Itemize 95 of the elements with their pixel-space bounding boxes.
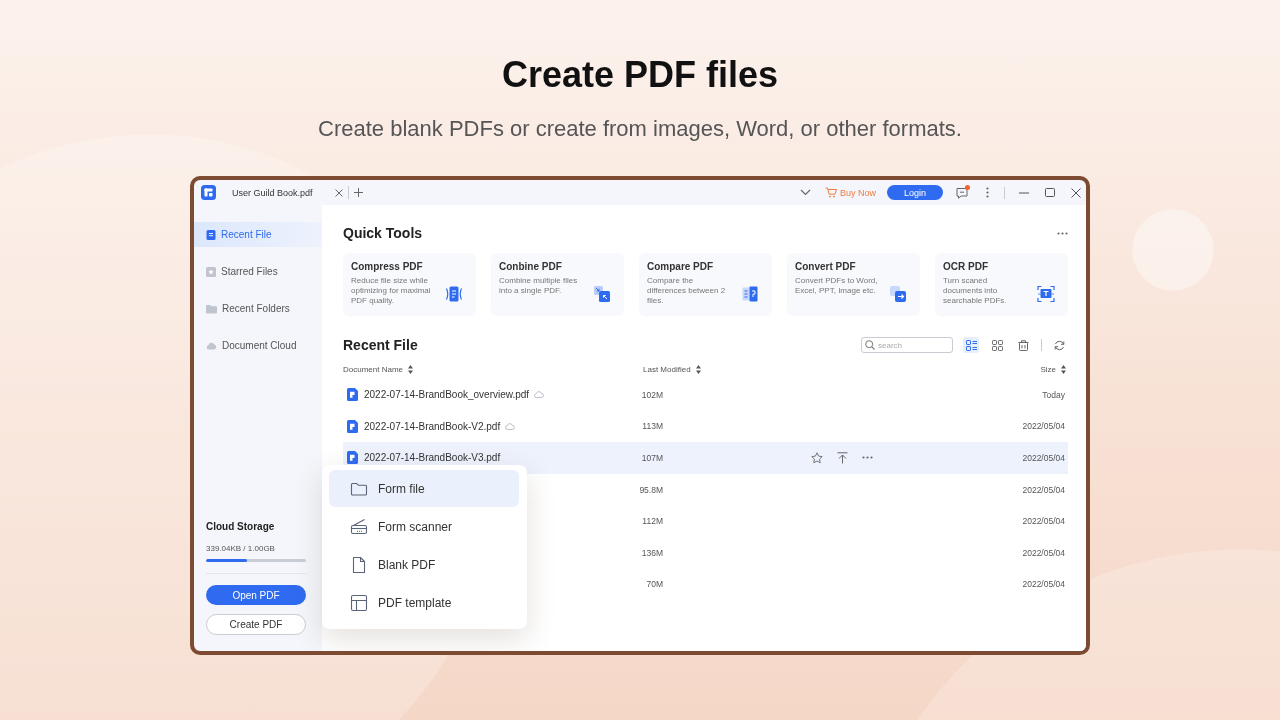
file-name: 2022-07-14-BrandBook_overview.pdf	[364, 389, 530, 401]
file-size: 113M	[642, 421, 663, 432]
storage-usage: 339.04KB / 1.00GB	[206, 543, 276, 555]
pdf-file-icon	[347, 419, 358, 433]
section-title: Recent File	[343, 336, 418, 355]
file-date: 2022/05/04	[1022, 453, 1065, 463]
tool-description: Compare the differences between 2 files.	[647, 276, 727, 306]
file-size: 136M	[641, 547, 663, 558]
blank-page-icon	[350, 555, 368, 574]
grid-view-icon	[991, 339, 1003, 351]
file-date: 2022/05/04	[1022, 579, 1065, 590]
file-size: 102M	[641, 389, 663, 400]
create-pdf-button[interactable]: Create PDF	[206, 614, 306, 635]
tool-card[interactable]: Compare PDF Compare the differences between 2 files.	[639, 253, 772, 316]
tool-title: Compress PDF	[351, 260, 424, 273]
tool-description: Convert PDFs to Word, Excel, PPT, Image etc.	[795, 276, 879, 296]
list-view-button[interactable]	[963, 337, 979, 353]
app-logo-icon	[201, 185, 216, 200]
tool-description: Combine multiple files into a single PDF.	[499, 276, 579, 296]
list-view-icon	[965, 339, 977, 351]
sidebar-item[interactable]: Recent File	[194, 222, 322, 247]
menu-item[interactable]: Form scanner	[329, 508, 519, 545]
grid-view-button[interactable]	[989, 337, 1005, 353]
cloud-icon	[206, 341, 217, 350]
compress-icon	[445, 285, 463, 303]
file-date: Today	[1042, 389, 1065, 400]
tool-title: Conbine PDF	[499, 260, 563, 273]
trash-icon[interactable]	[1018, 339, 1029, 351]
scanner-icon	[350, 517, 368, 536]
upload-icon[interactable]	[837, 452, 848, 464]
login-button[interactable]: Login	[887, 185, 943, 200]
file-size: 112M	[642, 516, 663, 527]
tool-card[interactable]: Conbine PDF Combine multiple files into a single PDF.	[491, 253, 624, 316]
section-title: Quick Tools	[343, 224, 423, 243]
tool-title: Convert PDF	[795, 260, 857, 273]
chevron-down-icon[interactable]	[800, 189, 811, 196]
menu-item[interactable]: Blank PDF	[329, 546, 519, 583]
page-title: Create PDF files	[501, 53, 779, 97]
file-row[interactable]: 2022-07-14-BrandBook-V3.pdf 107M 2022/05/04	[343, 442, 1068, 474]
tool-title: OCR PDF	[943, 260, 989, 273]
convert-icon	[889, 285, 907, 303]
pdf-file-icon	[347, 388, 358, 402]
sidebar-item[interactable]: Recent Folders	[194, 296, 322, 321]
file-size: 95.8M	[639, 484, 663, 495]
star-icon	[206, 266, 216, 277]
document-tab[interactable]: User Guild Book.pdf	[232, 180, 343, 205]
column-header[interactable]: Document Name	[343, 364, 404, 374]
menu-item[interactable]: PDF template	[329, 584, 519, 621]
sidebar-item[interactable]: Document Cloud	[194, 333, 322, 358]
sort-icon[interactable]	[408, 364, 414, 374]
tab-title: User Guild Book.pdf	[232, 187, 313, 198]
refresh-icon[interactable]	[1054, 339, 1065, 351]
file-row[interactable]: 2022-07-14-BrandBook-V2.pdf 113M 2022/05/04	[343, 410, 1068, 443]
tool-card[interactable]: Compress PDF Reduce file size while optimizing for maximal PDF quality.	[343, 253, 476, 316]
document-icon	[206, 229, 216, 240]
file-date: 2022/05/04	[1022, 421, 1065, 432]
column-header[interactable]: Last Modified	[643, 364, 691, 374]
tool-title: Compare PDF	[647, 260, 715, 273]
sidebar-item[interactable]: Starred Files	[194, 259, 322, 284]
cart-icon	[825, 187, 837, 198]
search-field[interactable]: search	[861, 337, 953, 353]
message-icon[interactable]	[956, 186, 968, 199]
close-icon[interactable]	[1071, 187, 1081, 198]
tool-description: Reduce file size while optimizing for maximal PDF quality.	[351, 276, 432, 306]
sort-icon[interactable]	[695, 364, 701, 374]
file-date: 2022/05/04	[1022, 484, 1065, 495]
tool-card[interactable]: Convert PDF Convert PDFs to Word, Excel, PPT, Image etc.	[787, 253, 920, 316]
maximize-icon[interactable]	[1045, 188, 1055, 197]
file-name: 2022-07-14-BrandBook-V2.pdf	[364, 420, 501, 432]
file-name: 2022-07-14-BrandBook-V3.pdf	[364, 452, 501, 464]
sort-icon[interactable]	[1061, 364, 1066, 374]
folder-icon	[206, 303, 217, 314]
plus-icon[interactable]	[354, 188, 363, 197]
star-icon[interactable]	[811, 452, 823, 464]
merge-icon	[593, 285, 611, 303]
search-icon	[865, 340, 875, 350]
tool-card[interactable]: OCR PDF Turn scaned documents into searchable PDFs.	[935, 253, 1068, 316]
compare-icon	[741, 285, 759, 303]
menu-item[interactable]: Form file	[329, 470, 519, 507]
file-date: 2022/05/04	[1022, 547, 1065, 558]
more-icon[interactable]	[862, 456, 873, 460]
file-size: 107M	[641, 453, 663, 463]
page-subtitle: Create blank PDFs or create from images, Word, or other formats.	[318, 115, 962, 143]
template-icon	[350, 593, 368, 612]
close-icon[interactable]	[335, 188, 343, 197]
file-size: 70M	[646, 579, 663, 590]
file-date: 2022/05/04	[1022, 516, 1065, 527]
file-row[interactable]: 2022-07-14-BrandBook_overview.pdf 102M Today	[343, 379, 1068, 411]
open-pdf-button[interactable]: Open PDF	[206, 585, 306, 605]
storage-heading: Cloud Storage	[206, 520, 276, 534]
more-icon[interactable]	[1057, 231, 1068, 235]
tool-description: Turn scaned documents into searchable PDFs.	[943, 276, 1008, 306]
more-vertical-icon[interactable]	[986, 187, 989, 198]
column-header[interactable]: Size	[1040, 364, 1056, 374]
scan-frame-icon	[1037, 285, 1055, 303]
